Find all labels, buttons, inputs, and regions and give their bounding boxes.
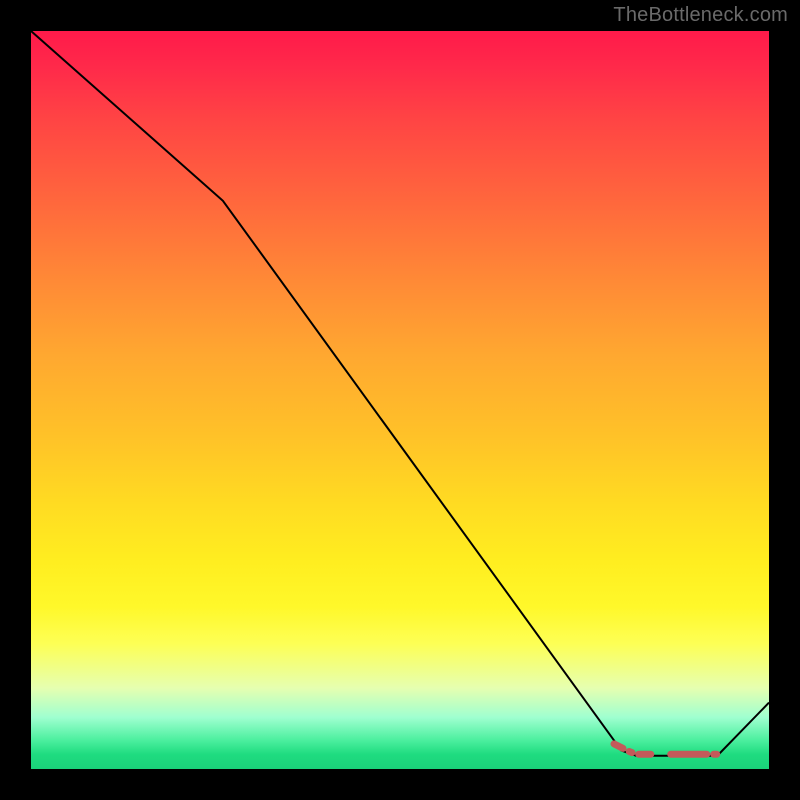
plot-area bbox=[31, 31, 769, 769]
chart-frame: TheBottleneck.com bbox=[0, 0, 800, 800]
watermark-text: TheBottleneck.com bbox=[613, 4, 788, 27]
series-curve bbox=[31, 31, 769, 756]
series-flat-marker bbox=[614, 744, 717, 754]
chart-svg bbox=[31, 31, 769, 769]
